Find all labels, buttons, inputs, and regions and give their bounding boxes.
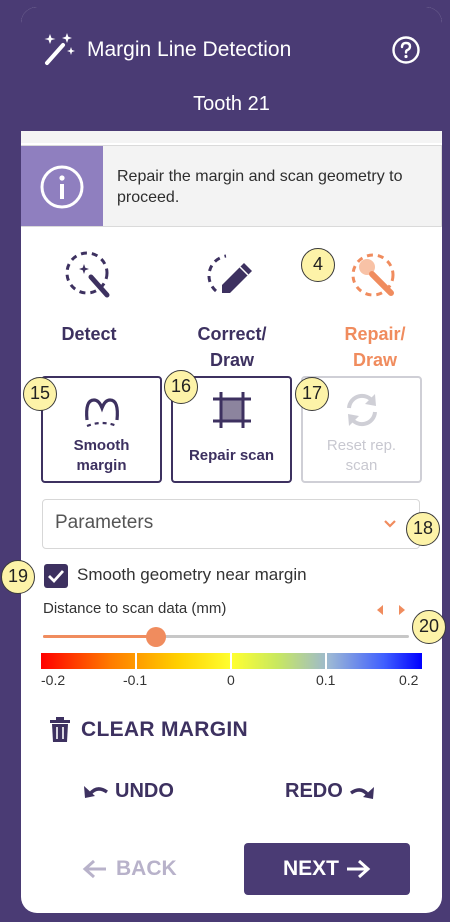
tool-label-line1: Repair scan xyxy=(188,447,275,464)
mode-label-line1: Repair/ xyxy=(344,324,406,344)
back-button[interactable]: BACK xyxy=(82,857,177,881)
trash-icon[interactable] xyxy=(49,717,71,743)
mode-label-line2: Draw xyxy=(352,350,397,370)
tool-label-line2: scan xyxy=(345,457,378,474)
checkmark-icon xyxy=(48,570,65,584)
mode-label-line1: Correct/ xyxy=(197,324,267,344)
callout-marker: 18 xyxy=(406,512,440,546)
next-button[interactable]: NEXT xyxy=(244,843,410,895)
distance-slider[interactable] xyxy=(43,627,409,647)
help-circle-icon[interactable] xyxy=(391,35,421,65)
back-label: BACK xyxy=(116,857,177,880)
callout-marker: 4 xyxy=(301,248,335,282)
undo-icon xyxy=(84,786,108,798)
smooth-geometry-checkbox[interactable] xyxy=(44,564,68,588)
arrow-left-icon xyxy=(82,859,106,879)
callout-marker: 17 xyxy=(295,377,329,411)
chevron-down-icon xyxy=(384,520,396,528)
detect-wand-icon xyxy=(65,251,110,298)
mode-label-line2: Draw xyxy=(209,350,254,370)
callout-marker: 19 xyxy=(1,560,35,594)
callout-marker: 20 xyxy=(412,610,446,644)
callout-marker: 16 xyxy=(164,370,198,404)
colorbar-tick xyxy=(135,653,137,669)
info-banner: Repair the margin and scan geometry to p… xyxy=(21,145,442,227)
header-divider xyxy=(21,131,442,143)
slider-fill xyxy=(43,635,157,638)
smooth-margin-icon xyxy=(84,398,119,428)
colorbar-label: 0 xyxy=(227,672,235,688)
tooth-subtitle: Tooth 21 xyxy=(193,93,270,115)
colorbar-tick xyxy=(230,653,232,669)
tool-label-line2: margin xyxy=(76,457,127,474)
info-message: Repair the margin and scan geometry to p… xyxy=(117,168,403,206)
parameters-label: Parameters xyxy=(55,512,154,533)
smooth-margin-button[interactable]: Smooth margin xyxy=(41,376,162,483)
margin-detection-panel: Margin Line Detection Tooth 21 Repair th… xyxy=(21,7,442,913)
parameters-dropdown[interactable]: Parameters xyxy=(42,499,420,549)
colorbar-labels: -0.2 -0.1 0 0.1 0.2 xyxy=(41,672,422,690)
repair-brush-icon xyxy=(351,253,395,297)
mode-correct-draw[interactable]: Correct/ Draw xyxy=(172,247,292,373)
undo-label: UNDO xyxy=(115,780,174,802)
callout-marker: 15 xyxy=(23,377,57,411)
colorbar-label: -0.1 xyxy=(123,672,148,688)
colorbar-label: 0.2 xyxy=(399,672,419,688)
reset-icon xyxy=(346,393,377,427)
arrow-right-icon xyxy=(347,859,371,879)
info-icon-box xyxy=(21,146,103,226)
colorbar-tick xyxy=(325,653,327,669)
mode-detect[interactable]: Detect xyxy=(29,247,149,347)
redo-button[interactable]: REDO xyxy=(285,780,375,803)
distance-label: Distance to scan data (mm) xyxy=(43,600,227,617)
slider-thumb[interactable] xyxy=(146,627,167,647)
panel-header: Margin Line Detection Tooth 21 xyxy=(21,7,442,131)
tool-label-line1: Reset rep. xyxy=(326,437,397,454)
info-icon xyxy=(40,165,84,209)
magic-wand-icon xyxy=(44,33,75,65)
mode-label-line1: Detect xyxy=(61,324,117,344)
pencil-icon xyxy=(207,254,252,293)
clear-margin-button[interactable]: CLEAR MARGIN xyxy=(81,718,248,742)
undo-button[interactable]: UNDO xyxy=(83,780,174,803)
colorbar-label: 0.1 xyxy=(316,672,336,688)
redo-icon xyxy=(349,787,374,799)
distance-colorbar xyxy=(41,653,422,669)
smooth-geometry-label: Smooth geometry near margin xyxy=(77,565,307,584)
colorbar-label: -0.2 xyxy=(41,672,66,688)
panel-title: Margin Line Detection xyxy=(87,38,292,61)
redo-label: REDO xyxy=(285,780,343,802)
tool-label-line1: Smooth xyxy=(73,437,130,454)
range-arrows-icon[interactable] xyxy=(376,604,406,616)
repair-scan-icon xyxy=(212,392,251,428)
next-label: NEXT xyxy=(282,857,339,880)
